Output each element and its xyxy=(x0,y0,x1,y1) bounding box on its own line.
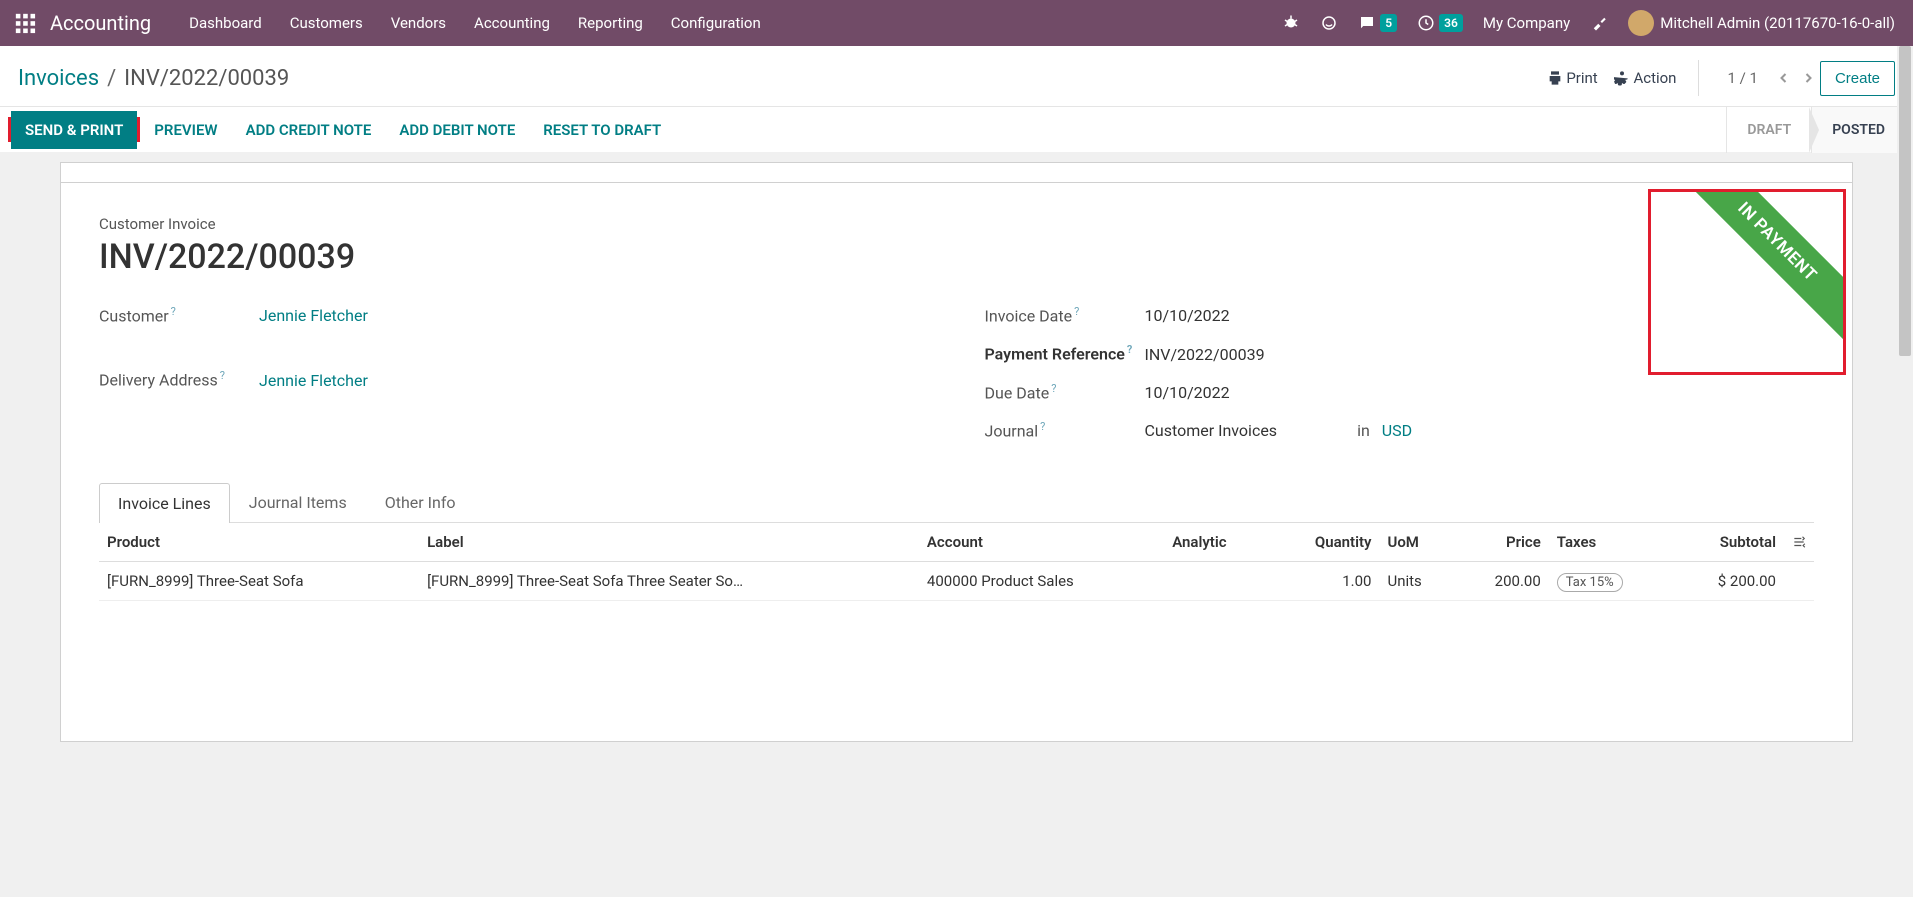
nav-dashboard[interactable]: Dashboard xyxy=(175,14,276,32)
tabs: Invoice Lines Journal Items Other Info xyxy=(99,482,1814,522)
cell-taxes: Tax 15% xyxy=(1549,562,1672,601)
journal-currency[interactable]: USD xyxy=(1382,421,1412,440)
pager-next[interactable] xyxy=(1796,68,1820,88)
journal-value: Customer Invoices xyxy=(1145,421,1278,440)
breadcrumb-sep: / xyxy=(99,66,124,91)
reset-draft-button[interactable]: Reset to Draft xyxy=(529,111,675,149)
pager-prev[interactable] xyxy=(1772,68,1796,88)
delivery-value[interactable]: Jennie Fletcher xyxy=(259,371,368,390)
action-button[interactable]: Action xyxy=(1614,69,1677,87)
nav-reporting[interactable]: Reporting xyxy=(564,14,657,32)
credit-note-button[interactable]: Add Credit Note xyxy=(232,111,386,149)
col-uom[interactable]: UoM xyxy=(1379,523,1455,562)
payment-ribbon: In Payment xyxy=(1670,189,1846,349)
support-icon[interactable] xyxy=(1310,14,1348,32)
invoice-lines-table: Product Label Account Analytic Quantity … xyxy=(99,522,1814,601)
activities-badge: 36 xyxy=(1439,14,1463,32)
breadcrumb-root[interactable]: Invoices xyxy=(18,66,99,91)
control-bar: Invoices / INV/2022/00039 Print Action 1… xyxy=(0,46,1913,106)
cell-quantity: 1.00 xyxy=(1270,562,1379,601)
user-name: Mitchell Admin (20117670-16-0-all) xyxy=(1660,14,1895,32)
cell-subtotal: $ 200.00 xyxy=(1672,562,1784,601)
top-nav: Accounting Dashboard Customers Vendors A… xyxy=(0,0,1913,46)
messages-icon[interactable]: 5 xyxy=(1348,14,1407,32)
form-sheet: In Payment Customer Invoice INV/2022/000… xyxy=(60,182,1853,742)
tab-other-info[interactable]: Other Info xyxy=(366,482,475,522)
tab-journal-items[interactable]: Journal Items xyxy=(230,482,366,522)
cell-product: [FURN_8999] Three-Seat Sofa xyxy=(99,562,419,601)
nav-customers[interactable]: Customers xyxy=(276,14,377,32)
customer-label: Customer? xyxy=(99,305,259,325)
journal-in: in xyxy=(1357,421,1370,440)
scrollbar[interactable] xyxy=(1897,46,1913,897)
due-date-value: 10/10/2022 xyxy=(1145,383,1230,402)
debit-note-button[interactable]: Add Debit Note xyxy=(385,111,529,149)
messages-badge: 5 xyxy=(1380,14,1397,32)
col-price[interactable]: Price xyxy=(1455,523,1549,562)
scrollbar-thumb[interactable] xyxy=(1899,46,1911,356)
invoice-date-value: 10/10/2022 xyxy=(1145,306,1230,325)
col-quantity[interactable]: Quantity xyxy=(1270,523,1379,562)
action-bar: Send & Print Preview Add Credit Note Add… xyxy=(0,106,1913,152)
print-button[interactable]: Print xyxy=(1547,69,1598,87)
col-subtotal[interactable]: Subtotal xyxy=(1672,523,1784,562)
cell-account: 400000 Product Sales xyxy=(919,562,1164,601)
nav-configuration[interactable]: Configuration xyxy=(657,14,775,32)
journal-label: Journal? xyxy=(985,420,1145,440)
invoice-date-label: Invoice Date? xyxy=(985,305,1145,325)
cell-label: [FURN_8999] Three-Seat Sofa Three Seater… xyxy=(419,562,919,601)
due-date-label: Due Date? xyxy=(985,382,1145,402)
invoice-title: INV/2022/00039 xyxy=(99,237,1814,277)
col-product[interactable]: Product xyxy=(99,523,419,562)
nav-accounting[interactable]: Accounting xyxy=(460,14,564,32)
customer-value[interactable]: Jennie Fletcher xyxy=(259,306,368,325)
bug-icon[interactable] xyxy=(1272,14,1310,32)
delivery-label: Delivery Address? xyxy=(99,369,259,389)
highlight-send-print: Send & Print xyxy=(8,117,140,142)
app-title[interactable]: Accounting xyxy=(50,11,151,35)
payment-ref-value: INV/2022/00039 xyxy=(1145,345,1265,364)
breadcrumb-current: INV/2022/00039 xyxy=(124,66,289,91)
nav-vendors[interactable]: Vendors xyxy=(377,14,460,32)
status-bar: Draft Posted xyxy=(1726,107,1905,153)
user-menu[interactable]: Mitchell Admin (20117670-16-0-all) xyxy=(1618,10,1905,36)
payment-ref-label: Payment Reference? xyxy=(985,343,1145,363)
col-taxes[interactable]: Taxes xyxy=(1549,523,1672,562)
col-account[interactable]: Account xyxy=(919,523,1164,562)
pager[interactable]: 1 / 1 xyxy=(1727,69,1758,87)
tools-icon[interactable] xyxy=(1580,14,1618,32)
avatar xyxy=(1628,10,1654,36)
highlight-ribbon: In Payment xyxy=(1648,189,1846,375)
col-label[interactable]: Label xyxy=(419,523,919,562)
create-button[interactable]: Create xyxy=(1820,61,1895,96)
tab-invoice-lines[interactable]: Invoice Lines xyxy=(99,483,230,523)
table-row[interactable]: [FURN_8999] Three-Seat Sofa [FURN_8999] … xyxy=(99,562,1814,601)
invoice-type-label: Customer Invoice xyxy=(99,215,1814,233)
send-print-button[interactable]: Send & Print xyxy=(11,111,137,149)
cell-price: 200.00 xyxy=(1455,562,1549,601)
company-selector[interactable]: My Company xyxy=(1473,14,1580,32)
activities-icon[interactable]: 36 xyxy=(1407,14,1473,32)
status-draft[interactable]: Draft xyxy=(1726,107,1811,153)
preview-button[interactable]: Preview xyxy=(140,111,231,149)
cell-uom: Units xyxy=(1379,562,1455,601)
col-options-icon[interactable] xyxy=(1784,523,1814,562)
cell-analytic xyxy=(1164,562,1270,601)
status-posted[interactable]: Posted xyxy=(1811,107,1905,153)
apps-icon[interactable] xyxy=(14,12,36,34)
col-analytic[interactable]: Analytic xyxy=(1164,523,1270,562)
